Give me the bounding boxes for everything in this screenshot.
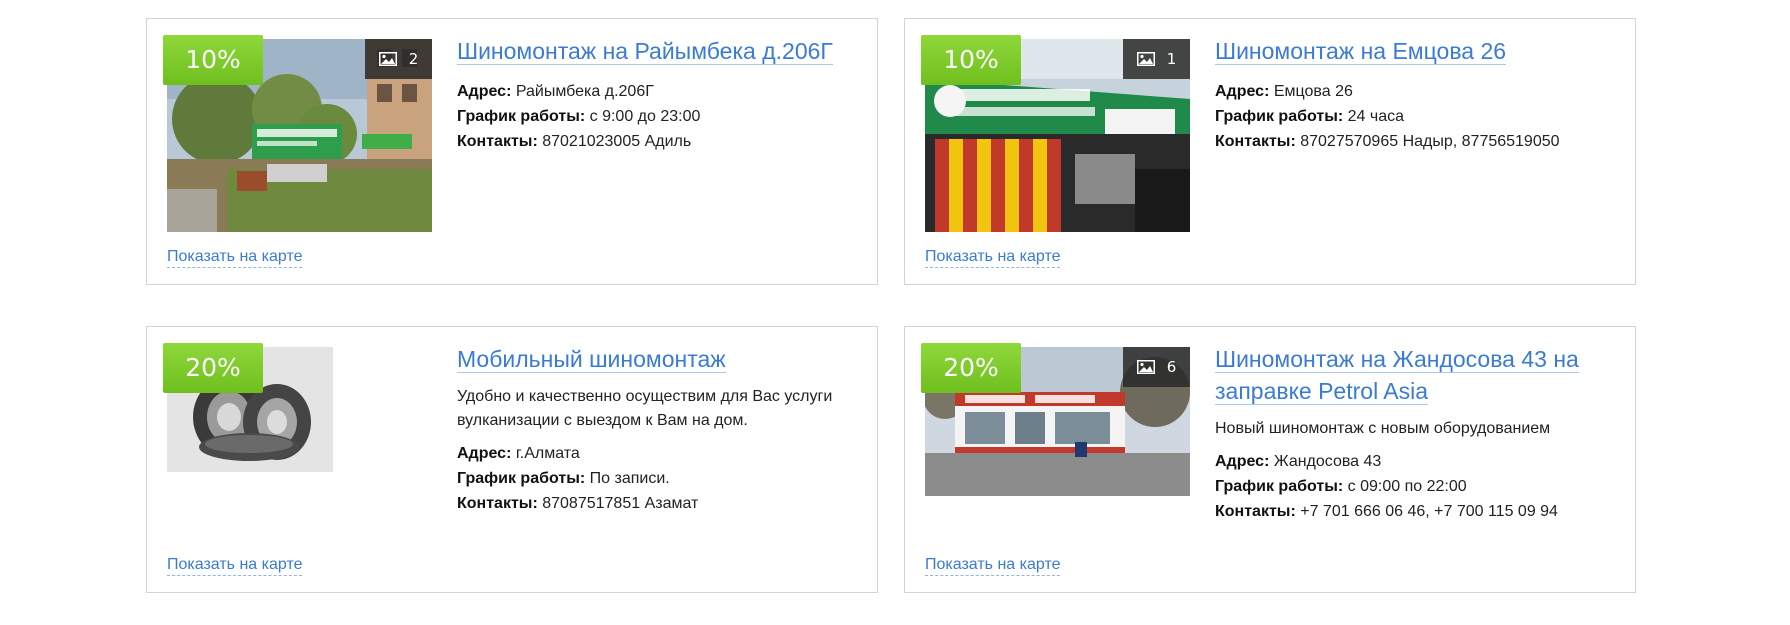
show-on-map-link[interactable]: Показать на карте (925, 247, 1061, 268)
address-value: Райымбека д.206Г (515, 83, 654, 100)
contacts-row: Контакты: 87021023005 Адиль (457, 129, 857, 154)
address-label: Адрес: (1215, 453, 1270, 470)
listing-details: Адрес: Емцова 26 График работы: 24 часа … (1215, 79, 1615, 154)
hours-value: с 9:00 до 23:00 (589, 108, 701, 125)
listing-title-link[interactable]: Шиномонтаж на Райымбека д.206Г (457, 38, 833, 65)
contacts-value: 87027570965 Надыр, 87756519050 (1300, 133, 1560, 150)
photo-count: 6 (1166, 358, 1177, 376)
listing-content: Шиномонтаж на Райымбека д.206Г Адрес: Ра… (457, 35, 857, 154)
address-value: Емцова 26 (1273, 83, 1353, 100)
listing-description: Удобно и качественно осуществим для Вас … (457, 388, 833, 429)
listing-details: Адрес: Райымбека д.206Г График работы: с… (457, 79, 857, 154)
show-on-map-link[interactable]: Показать на карте (167, 555, 303, 576)
discount-badge: 20% (921, 343, 1021, 393)
listing-description: Новый шиномонтаж с новым оборудованием (1215, 420, 1551, 437)
hours-row: График работы: с 9:00 до 23:00 (457, 104, 857, 129)
listing-title-link[interactable]: Шиномонтаж на Жандосова 43 на заправке P… (1215, 346, 1579, 405)
contacts-value: 87021023005 Адиль (542, 133, 692, 150)
discount-badge: 10% (163, 35, 263, 85)
contacts-value: 87087517851 Азамат (542, 495, 699, 512)
image-icon (1136, 52, 1155, 66)
contacts-label: Контакты: (1215, 133, 1296, 150)
hours-label: График работы: (457, 470, 586, 487)
image-icon (1136, 360, 1155, 374)
photo-count: 2 (408, 50, 419, 68)
hours-label: График работы: (1215, 478, 1344, 495)
hours-row: График работы: с 09:00 по 22:00 (1215, 474, 1615, 499)
address-row: Адрес: Райымбека д.206Г (457, 79, 857, 104)
hours-value: По записи. (589, 470, 670, 487)
listing-card: 20% 6 Шиномонтаж на Жандосова 43 на запр… (904, 326, 1636, 593)
listing-content: Шиномонтаж на Жандосова 43 на заправке P… (1215, 343, 1615, 524)
contacts-label: Контакты: (1215, 503, 1296, 520)
listing-content: Мобильный шиномонтаж Удобно и качественн… (457, 343, 857, 516)
listing-title-link[interactable]: Мобильный шиномонтаж (457, 346, 726, 373)
listing-card: 10% (904, 18, 1636, 285)
listing-grid: 10% 2 Шиномонтаж на Райымбека д.206Г Адр… (0, 0, 1790, 625)
photo-count-badge[interactable]: 1 (1123, 39, 1190, 79)
address-label: Адрес: (1215, 83, 1270, 100)
contacts-value: +7 701 666 06 46, +7 700 115 09 94 (1300, 503, 1558, 520)
listing-details: Адрес: г.Алмата График работы: По записи… (457, 441, 857, 516)
photo-count-badge[interactable]: 6 (1123, 347, 1190, 387)
address-value: Жандосова 43 (1273, 453, 1382, 470)
discount-badge: 20% (163, 343, 263, 393)
hours-row: График работы: По записи. (457, 466, 857, 491)
hours-value: с 09:00 по 22:00 (1347, 478, 1467, 495)
listing-details: Адрес: Жандосова 43 График работы: с 09:… (1215, 449, 1615, 524)
show-on-map-link[interactable]: Показать на карте (167, 247, 303, 268)
hours-label: График работы: (1215, 108, 1344, 125)
listing-content: Шиномонтаж на Емцова 26 Адрес: Емцова 26… (1215, 35, 1615, 154)
hours-label: График работы: (457, 108, 586, 125)
listing-title-link[interactable]: Шиномонтаж на Емцова 26 (1215, 38, 1507, 65)
address-label: Адрес: (457, 83, 512, 100)
address-label: Адрес: (457, 445, 512, 462)
contacts-row: Контакты: 87087517851 Азамат (457, 491, 857, 516)
photo-count: 1 (1166, 50, 1177, 68)
listing-card: 10% (146, 18, 878, 285)
hours-value: 24 часа (1347, 108, 1405, 125)
hours-row: График работы: 24 часа (1215, 104, 1615, 129)
photo-count-badge[interactable]: 2 (365, 39, 432, 79)
address-row: Адрес: Емцова 26 (1215, 79, 1615, 104)
contacts-row: Контакты: +7 701 666 06 46, +7 700 115 0… (1215, 499, 1615, 524)
contacts-label: Контакты: (457, 495, 538, 512)
listing-card: 20% Мобильный шиномонтаж Удобно и качест… (146, 326, 878, 593)
image-icon (378, 52, 397, 66)
address-row: Адрес: г.Алмата (457, 441, 857, 466)
contacts-label: Контакты: (457, 133, 538, 150)
address-row: Адрес: Жандосова 43 (1215, 449, 1615, 474)
contacts-row: Контакты: 87027570965 Надыр, 87756519050 (1215, 129, 1615, 154)
show-on-map-link[interactable]: Показать на карте (925, 555, 1061, 576)
address-value: г.Алмата (515, 445, 580, 462)
discount-badge: 10% (921, 35, 1021, 85)
